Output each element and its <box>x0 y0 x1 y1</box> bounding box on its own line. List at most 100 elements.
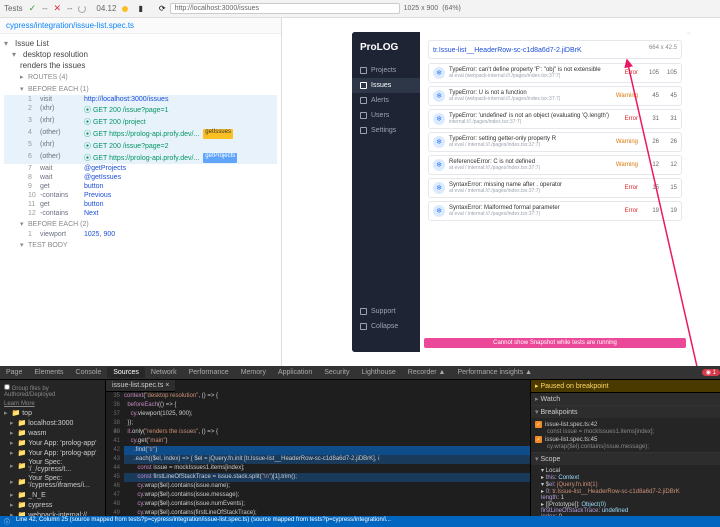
issue-row[interactable]: ❄TypeError: can't define property 'F': "… <box>428 63 682 83</box>
nav-support[interactable]: Support <box>352 304 420 319</box>
file-tree-item[interactable]: 📁 Your App: 'prolog-app' <box>2 438 103 448</box>
code-line[interactable]: 38 }); <box>124 419 530 428</box>
cmd-name[interactable]: visit <box>40 96 80 103</box>
scope-line[interactable]: ▾ Local <box>535 467 716 474</box>
source-file-tab[interactable]: issue-list.spec.ts × <box>106 380 175 392</box>
nav-users[interactable]: Users <box>352 108 420 123</box>
tests-label[interactable]: Tests <box>4 4 23 13</box>
devtools-tab-lighthouse[interactable]: Lighthouse <box>356 367 402 378</box>
code-line[interactable]: 35context("desktop resolution", () => { <box>124 392 530 401</box>
error-count[interactable]: ◉ 1 <box>702 369 720 376</box>
nav-projects[interactable]: Projects <box>352 63 420 78</box>
code-line[interactable]: 49 cy.wrap($el).contains(firstLineOfStac… <box>124 509 530 516</box>
breakpoint-item[interactable]: ✓issue-list.spec.ts:42 <box>535 420 716 429</box>
issue-stack: at eval / internal:///./pages/index.tsx:… <box>449 142 609 148</box>
breakpoint-item[interactable]: ✓issue-list.spec.ts:45 <box>535 435 716 444</box>
devtools-tab-performance[interactable]: Performance <box>183 367 235 378</box>
cmd-name[interactable]: viewport <box>40 231 80 238</box>
devtools-tab-memory[interactable]: Memory <box>235 367 272 378</box>
file-tree-item[interactable]: 📁 top <box>2 408 103 418</box>
code-line[interactable]: 48 cy.wrap($el).contains(issue.numEvents… <box>124 500 530 509</box>
pause-icon[interactable]: ▮ <box>138 4 142 13</box>
cmd-name[interactable]: (other) <box>40 129 80 139</box>
devtools-tab-application[interactable]: Application <box>272 367 318 378</box>
context-name[interactable]: desktop resolution <box>23 50 88 59</box>
issue-row[interactable]: ❄TypeError: U is not a functionat eval (… <box>428 86 682 106</box>
test-body-section[interactable]: TEST BODY <box>28 242 68 249</box>
file-tree-item[interactable]: 📁 wasm <box>2 428 103 438</box>
scope-line[interactable]: ▸ 0: tr.Issue-list__HeaderRow-sc-c1d8a6d… <box>535 488 716 495</box>
cmd-name[interactable]: wait <box>40 174 80 181</box>
devtools-tab-security[interactable]: Security <box>318 367 355 378</box>
event-count: 12 <box>645 162 659 168</box>
code-line[interactable]: 36 beforeEach(() => { <box>124 401 530 410</box>
cmd-name[interactable]: (xhr) <box>40 105 80 115</box>
bp-checkbox[interactable]: ✓ <box>535 421 542 428</box>
cmd-value: @getProjects <box>84 165 126 172</box>
bp-checkbox[interactable]: ✓ <box>535 436 542 443</box>
cmd-name[interactable]: (other) <box>40 153 80 163</box>
watch-section[interactable]: Watch <box>531 393 720 405</box>
file-tree-item[interactable]: 📁 localhost:3000 <box>2 418 103 428</box>
cmd-name[interactable]: -contains <box>40 210 80 217</box>
code-line[interactable]: 47 cy.wrap($el).contains(issue.message); <box>124 491 530 500</box>
devtools-tab-performance[interactable]: Performance insights ▲ <box>451 367 538 378</box>
breakpoints-section[interactable]: Breakpoints <box>531 406 720 418</box>
before-each-2[interactable]: BEFORE EACH (2) <box>28 221 89 228</box>
issue-row[interactable]: ❄SyntaxError: Malformed formal parameter… <box>428 201 682 221</box>
test-name[interactable]: renders the issues <box>20 61 85 70</box>
nav-issues[interactable]: Issues <box>352 78 420 93</box>
code-line[interactable]: 44 const issue = mockIssues1.items[index… <box>124 464 530 473</box>
table-header-row[interactable]: tr.Issue-list__HeaderRow-sc-c1d8a6d7-2.j… <box>428 40 682 59</box>
devtools-tab-console[interactable]: Console <box>70 367 108 378</box>
scope-section[interactable]: Scope <box>531 453 720 465</box>
file-tree-item[interactable]: 📁 Your App: 'prolog-app' <box>2 448 103 458</box>
command-log: ▾Issue List ▾desktop resolution renders … <box>0 34 281 366</box>
user-count: 15 <box>663 185 677 191</box>
code-line[interactable]: 37 cy.viewport(1025, 900); <box>124 410 530 419</box>
group-files-checkbox[interactable] <box>4 384 10 390</box>
file-tree-item[interactable]: 📁 cypress <box>2 500 103 510</box>
spec-file-path[interactable]: cypress/integration/issue-list.spec.ts <box>0 18 281 34</box>
issue-row[interactable]: ❄TypeError: setting getter-only property… <box>428 132 682 152</box>
level-badge: Warning <box>613 93 641 99</box>
cmd-name[interactable]: get <box>40 183 80 190</box>
devtools-tab-elements[interactable]: Elements <box>28 367 69 378</box>
devtools-tab-recorder[interactable]: Recorder ▲ <box>402 367 452 378</box>
scope-line[interactable]: ▸ this: Context <box>535 474 716 481</box>
file-tree-item[interactable]: 📁 _N_E <box>2 490 103 500</box>
nav-collapse[interactable]: Collapse <box>352 319 420 334</box>
reload-icon[interactable]: ⟳ <box>159 4 166 13</box>
nav-alerts[interactable]: Alerts <box>352 93 420 108</box>
cmd-name[interactable]: get <box>40 201 80 208</box>
cmd-value: ⦿ GET https://prolog-api.profy.dev/... <box>84 129 199 139</box>
before-each-1[interactable]: BEFORE EACH (1) <box>28 86 89 93</box>
file-tree-item[interactable]: 📁 webpack-internal:// <box>2 510 103 516</box>
issue-row[interactable]: ❄ReferenceError: C is not definedat eval… <box>428 155 682 175</box>
cmd-name[interactable]: -contains <box>40 192 80 199</box>
devtools-tab-page[interactable]: Page <box>0 367 28 378</box>
file-tree-item[interactable]: 📁 Your Spec: '/cypress/iframes/i... <box>2 474 103 490</box>
suite-name[interactable]: Issue List <box>15 39 49 48</box>
devtools-tab-sources[interactable]: Sources <box>107 367 145 378</box>
scope-line[interactable]: ▸ [[Prototype]]: Object(0) <box>535 501 716 508</box>
nav-settings[interactable]: Settings <box>352 123 420 138</box>
issue-row[interactable]: ❄SyntaxError: missing name after . opera… <box>428 178 682 198</box>
issue-row[interactable]: ❄TypeError: 'undefined' is not an object… <box>428 109 682 129</box>
url-input[interactable]: http://localhost:3000/issues <box>170 3 400 14</box>
code-line[interactable]: 46 cy.wrap($el).contains(issue.name); <box>124 482 530 491</box>
routes-section[interactable]: ROUTES (4) <box>28 74 68 81</box>
code-line[interactable]: 40 it.only("renders the issues", () => { <box>124 428 530 437</box>
cmd-name[interactable]: (xhr) <box>40 117 80 127</box>
code-line[interactable]: 43 .each(($el, index) => { $el = jQuery.… <box>124 455 530 464</box>
zoom-level: (64%) <box>442 5 461 12</box>
scope-line[interactable]: ▾ $el: jQuery.fn.init(1) <box>535 481 716 488</box>
code-line[interactable]: 42 .find("tr") <box>124 446 530 455</box>
learn-more-link[interactable]: Learn More <box>2 400 103 408</box>
code-line[interactable]: 45 const firstLineOfStackTrace = issue.s… <box>124 473 530 482</box>
devtools-tab-network[interactable]: Network <box>145 367 183 378</box>
cmd-name[interactable]: (xhr) <box>40 141 80 151</box>
cmd-name[interactable]: wait <box>40 165 80 172</box>
code-line[interactable]: 41 cy.get("main") <box>124 437 530 446</box>
file-tree-item[interactable]: 📁 Your Spec: '/_/cypress/t... <box>2 458 103 474</box>
